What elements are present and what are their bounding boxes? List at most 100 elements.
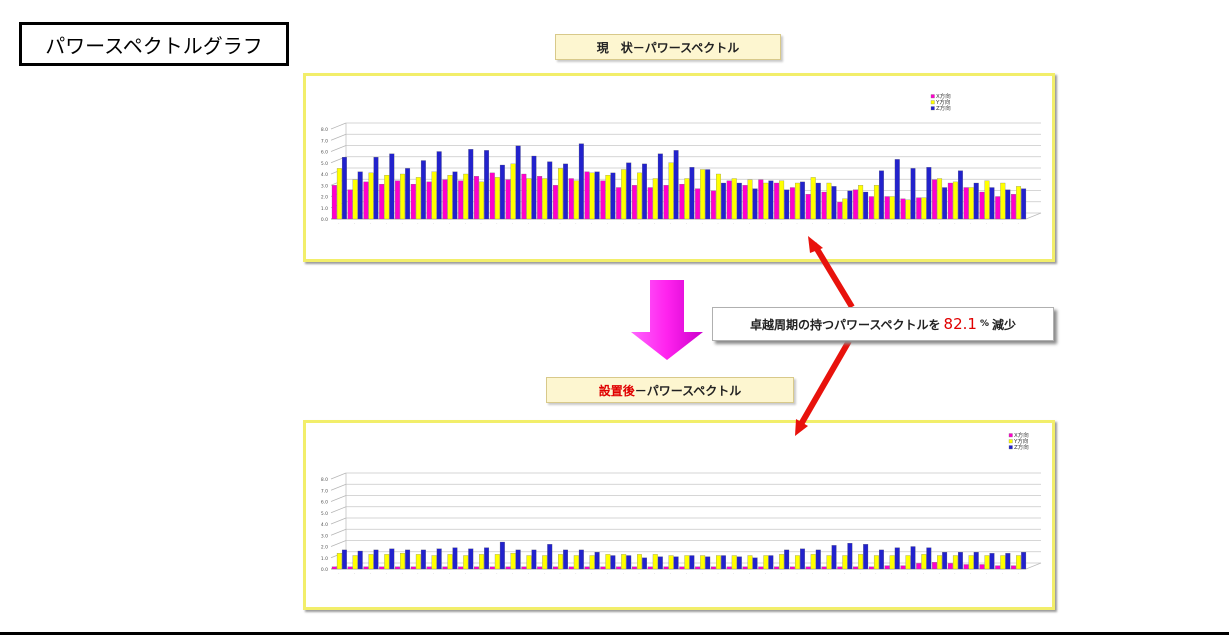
top-chart-frame: 0.0 1.0 2.0 3.0 4.0 5.0 6.0 7.0 8.0 · · · · · · · · · · · · ·… (303, 73, 1055, 262)
bar-x-direction (568, 178, 574, 220)
bar-y-direction (731, 178, 737, 220)
bar-z-direction (894, 159, 900, 220)
x-tick-mark: · (433, 572, 434, 576)
bar-y-direction (431, 171, 437, 220)
x-tick-mark: · (717, 572, 718, 576)
bar-z-direction (989, 187, 995, 220)
bar-y-direction (637, 172, 642, 220)
bar-y-direction (858, 554, 864, 570)
bar-y-direction (447, 554, 453, 570)
bar-z-direction (752, 557, 758, 570)
bar-z-direction (420, 549, 426, 570)
x-tick-mark: · (496, 222, 497, 226)
bar-x-direction (505, 179, 511, 220)
bar-x-direction (821, 191, 827, 220)
x-tick-mark: · (923, 222, 924, 226)
bar-y-direction (668, 555, 674, 570)
y-tick-label: 6.0 (321, 150, 328, 156)
bar-y-direction (384, 175, 390, 220)
bar-y-direction (589, 172, 595, 220)
bar-x-direction (505, 566, 511, 570)
bar-z-direction (484, 547, 490, 570)
bottom-chart-frame: 0.0 1.0 2.0 3.0 4.0 5.0 6.0 7.0 8.0 · · · · · · · · · · · · ·… (303, 420, 1055, 610)
bar-y-direction (873, 555, 879, 570)
x-tick-mark: · (939, 572, 940, 576)
bar-y-direction (400, 553, 405, 570)
bar-y-direction (700, 169, 706, 220)
bar-z-direction (721, 555, 726, 570)
bar-y-direction (921, 197, 927, 220)
bar-y-direction (542, 555, 548, 570)
legend-entry: Z方向 (936, 104, 951, 112)
bar-x-direction (837, 202, 843, 220)
bar-z-direction (800, 548, 805, 570)
bar-x-direction (868, 196, 874, 220)
bar-z-direction (863, 191, 869, 220)
bar-x-direction (631, 566, 637, 570)
bar-z-direction (705, 556, 711, 570)
bar-z-direction (563, 549, 568, 570)
bar-z-direction (926, 167, 932, 220)
bar-x-direction (868, 566, 874, 570)
bar-y-direction (336, 168, 342, 220)
x-tick-mark: · (1018, 222, 1019, 226)
x-tick-mark: · (702, 572, 703, 576)
callout-percent: % (979, 319, 989, 329)
x-tick-mark: · (544, 222, 545, 226)
bar-x-direction (695, 188, 701, 220)
bar-y-direction (336, 553, 342, 570)
bar-x-direction (979, 564, 985, 570)
bar-z-direction (752, 188, 758, 220)
x-tick-mark: · (1002, 222, 1003, 226)
bar-z-direction (563, 163, 568, 220)
bar-z-direction (626, 555, 632, 570)
bar-z-direction (784, 549, 790, 570)
x-tick-mark: · (796, 572, 797, 576)
bar-z-direction (468, 548, 474, 570)
bar-y-direction (731, 555, 737, 570)
y-tick-label: 0.0 (321, 217, 328, 223)
x-tick-mark: · (733, 572, 734, 576)
bar-z-direction (594, 552, 600, 570)
x-tick-mark: · (449, 572, 450, 576)
bar-y-direction (842, 198, 848, 220)
callout-prefix: 卓越周期の持つパワースペクトルを (749, 317, 941, 332)
bar-y-direction (937, 555, 943, 570)
bar-z-direction (736, 182, 742, 220)
x-tick-mark: · (591, 222, 592, 226)
bar-x-direction (347, 566, 353, 570)
bar-y-direction (826, 555, 832, 570)
bar-x-direction (884, 565, 890, 570)
x-tick-mark: · (623, 222, 624, 226)
x-tick-mark: · (749, 222, 750, 226)
y-tick-label: 1.0 (321, 556, 328, 562)
bar-y-direction (716, 173, 721, 220)
x-tick-mark: · (623, 572, 624, 576)
bar-x-direction (647, 566, 653, 570)
bar-z-direction (942, 552, 948, 570)
x-tick-mark: · (670, 572, 671, 576)
bar-z-direction (357, 171, 363, 220)
bar-z-direction (973, 552, 979, 570)
bar-x-direction (395, 566, 400, 570)
bar-z-direction (926, 547, 932, 570)
bar-z-direction (642, 163, 647, 220)
bar-y-direction (352, 179, 358, 220)
bar-x-direction (584, 566, 590, 570)
bar-x-direction (979, 191, 985, 220)
bar-x-direction (568, 566, 574, 570)
bar-z-direction (989, 553, 995, 570)
bar-y-direction (968, 187, 974, 220)
bar-z-direction (468, 149, 474, 220)
bar-y-direction (589, 555, 595, 570)
x-tick-mark: · (591, 572, 592, 576)
bar-x-direction (853, 189, 859, 220)
y-tick-label: 3.0 (321, 183, 328, 189)
bar-z-direction (594, 171, 600, 220)
bar-y-direction (968, 555, 974, 570)
bar-z-direction (420, 160, 426, 220)
bar-x-direction (442, 179, 448, 220)
bar-x-direction (837, 566, 843, 570)
bar-y-direction (573, 180, 579, 220)
x-tick-mark: · (891, 222, 892, 226)
